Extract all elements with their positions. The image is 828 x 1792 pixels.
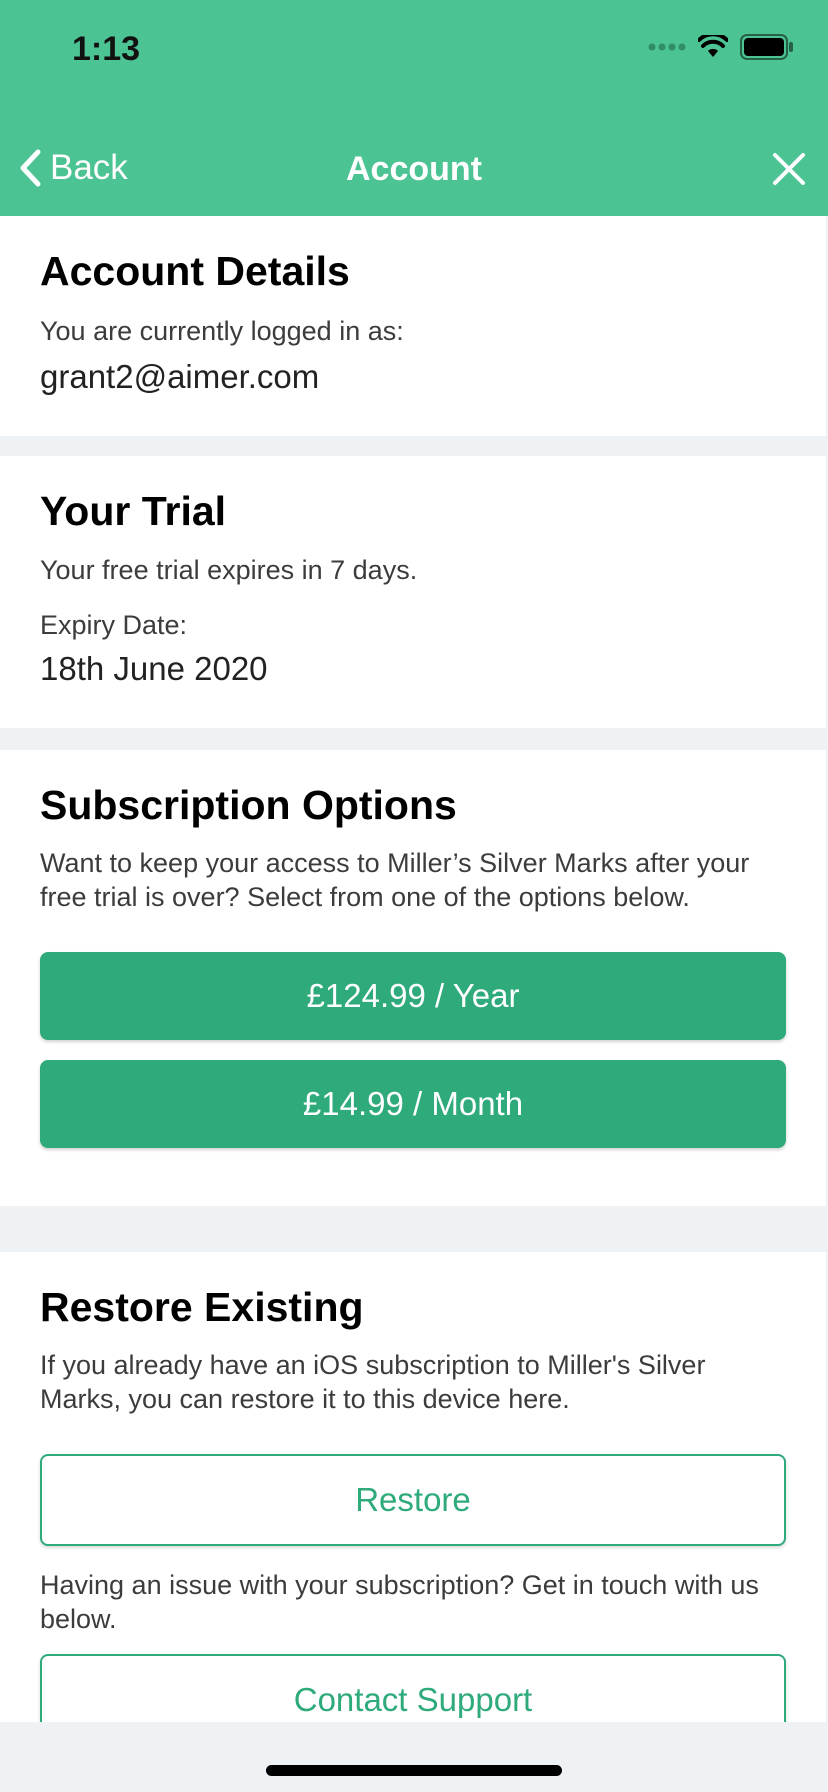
account-email: grant2@aimer.com <box>40 358 320 395</box>
battery-icon <box>740 34 793 60</box>
wifi-icon <box>698 35 728 57</box>
restore-button[interactable]: Restore <box>40 1454 786 1546</box>
monthly-subscription-button[interactable]: £14.99 / Month <box>40 1060 786 1148</box>
restore-label: Restore <box>355 1481 471 1518</box>
trial-section: Your Trial Your free trial expires in 7 … <box>0 456 826 728</box>
yearly-subscription-button[interactable]: £124.99 / Year <box>40 952 786 1040</box>
subscription-section: Subscription Options Want to keep your a… <box>0 750 826 1206</box>
account-details-section: Account Details You are currently logged… <box>0 216 826 436</box>
trial-title: Your Trial <box>40 488 227 534</box>
contact-support-label: Contact Support <box>293 1681 533 1718</box>
page-title: Account <box>346 150 482 188</box>
cellular-signal-icon <box>648 43 686 51</box>
home-indicator[interactable] <box>266 1765 562 1776</box>
account-content[interactable]: Account Details You are currently logged… <box>0 216 826 1722</box>
contact-support-button[interactable]: Contact Support <box>40 1654 786 1722</box>
yearly-subscription-label: £124.99 / Year <box>306 977 520 1014</box>
restore-description: If you already have an iOS subscription … <box>40 1350 706 1414</box>
navigation-bar: 1:13 Back Account <box>0 0 828 216</box>
support-text: Having an issue with your subscription? … <box>40 1570 759 1634</box>
trial-expires-text: Your free trial expires in 7 days. <box>40 555 418 585</box>
logged-in-label: You are currently logged in as: <box>40 316 404 346</box>
status-icons <box>648 34 794 60</box>
close-icon <box>773 153 805 185</box>
expiry-date-value: 18th June 2020 <box>40 650 268 687</box>
restore-title: Restore Existing <box>40 1284 364 1330</box>
monthly-subscription-label: £14.99 / Month <box>302 1085 524 1122</box>
account-details-title: Account Details <box>40 248 350 294</box>
close-button[interactable] <box>772 152 806 191</box>
subscription-description: Want to keep your access to Miller’s Sil… <box>40 848 750 912</box>
status-time: 1:13 <box>72 30 141 68</box>
restore-section: Restore Existing If you already have an … <box>0 1252 826 1722</box>
subscription-title: Subscription Options <box>40 782 457 828</box>
expiry-date-label: Expiry Date: <box>40 610 188 640</box>
